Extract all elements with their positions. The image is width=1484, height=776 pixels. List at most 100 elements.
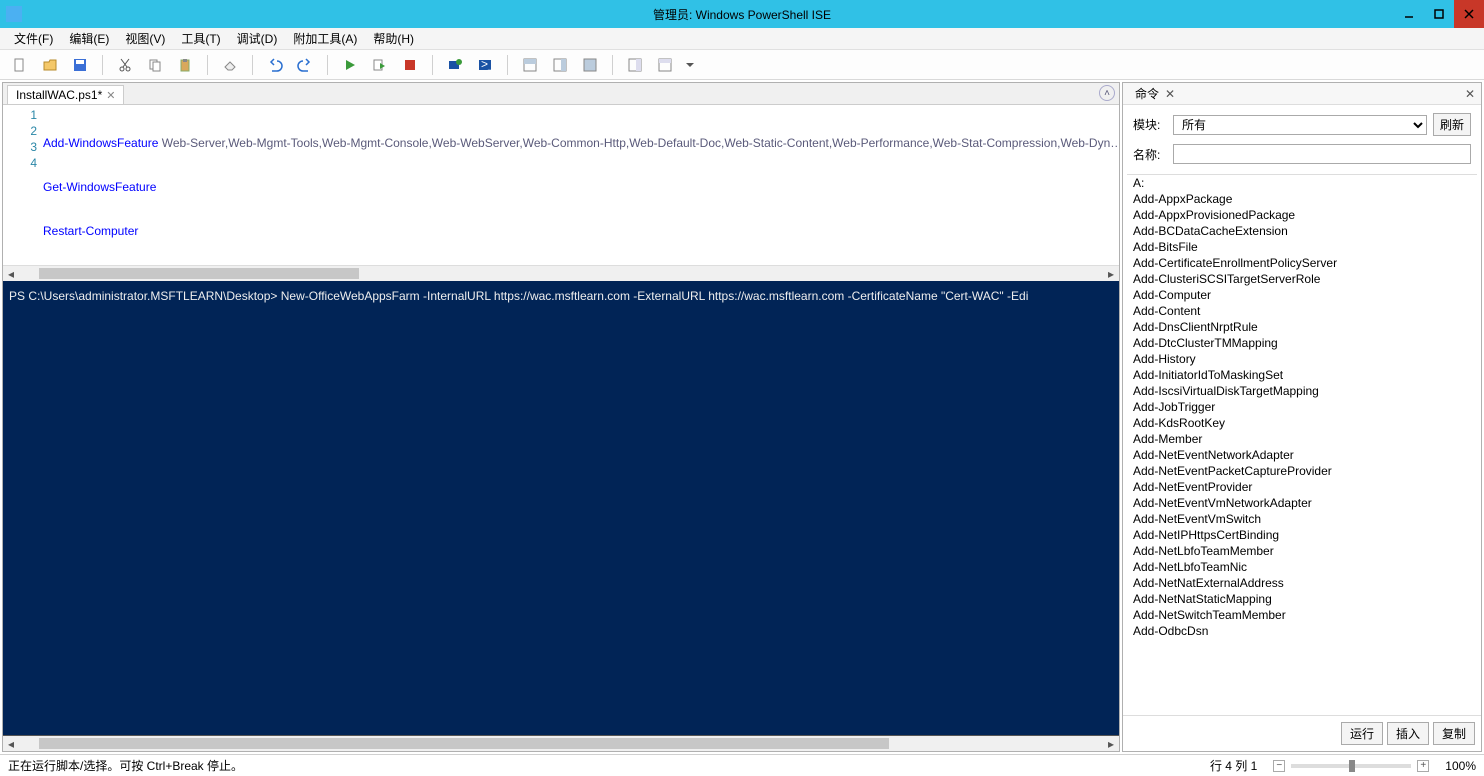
close-button[interactable] xyxy=(1454,0,1484,28)
clear-icon[interactable] xyxy=(220,55,240,75)
minimize-button[interactable] xyxy=(1394,0,1424,28)
command-list-item[interactable]: Add-NetIPHttpsCertBinding xyxy=(1127,527,1477,543)
cut-icon[interactable] xyxy=(115,55,135,75)
redo-icon[interactable] xyxy=(295,55,315,75)
command-list-item[interactable]: Add-CertificateEnrollmentPolicyServer xyxy=(1127,255,1477,271)
command-list-item[interactable]: Add-AppxProvisionedPackage xyxy=(1127,207,1477,223)
console-horizontal-scrollbar[interactable]: ◂ ▸ xyxy=(3,735,1119,751)
undo-icon[interactable] xyxy=(265,55,285,75)
zoom-in-icon[interactable]: + xyxy=(1417,760,1429,772)
command-list-item[interactable]: Add-History xyxy=(1127,351,1477,367)
menu-debug[interactable]: 调试(D) xyxy=(231,28,284,49)
menu-file[interactable]: 文件(F) xyxy=(8,28,59,49)
close-icon[interactable]: ✕ xyxy=(1465,87,1475,101)
console-pane[interactable]: PS C:\Users\administrator.MSFTLEARN\Desk… xyxy=(3,281,1119,735)
command-list-item[interactable]: Add-IscsiVirtualDiskTargetMapping xyxy=(1127,383,1477,399)
open-icon[interactable] xyxy=(40,55,60,75)
new-remote-tab-icon[interactable] xyxy=(445,55,465,75)
zoom-thumb[interactable] xyxy=(1349,760,1355,772)
close-icon[interactable]: ✕ xyxy=(1165,87,1175,101)
code-line: Restart-Computer xyxy=(43,223,1119,239)
main-area: InstallWAC.ps1* ✕ ˄ 1 2 3 4 Add-WindowsF… xyxy=(0,80,1484,754)
command-list-item[interactable]: Add-NetSwitchTeamMember xyxy=(1127,607,1477,623)
command-list-item[interactable]: Add-NetEventVmNetworkAdapter xyxy=(1127,495,1477,511)
collapse-script-pane-icon[interactable]: ˄ xyxy=(1099,85,1115,101)
command-list-item[interactable]: Add-BCDataCacheExtension xyxy=(1127,223,1477,239)
command-list-item[interactable]: Add-NetNatExternalAddress xyxy=(1127,575,1477,591)
new-script-icon[interactable] xyxy=(10,55,30,75)
command-list-item[interactable]: Add-InitiatorIdToMaskingSet xyxy=(1127,367,1477,383)
menu-edit[interactable]: 编辑(E) xyxy=(63,28,115,49)
copy-icon[interactable] xyxy=(145,55,165,75)
run-script-icon[interactable] xyxy=(340,55,360,75)
stop-icon[interactable] xyxy=(400,55,420,75)
scroll-left-icon[interactable]: ◂ xyxy=(3,736,19,751)
show-script-pane-right-icon[interactable] xyxy=(550,55,570,75)
run-button[interactable]: 运行 xyxy=(1341,722,1383,745)
command-list-item[interactable]: Add-Content xyxy=(1127,303,1477,319)
toolbar: >_ xyxy=(0,50,1484,80)
zoom-slider[interactable] xyxy=(1291,764,1411,768)
command-list-item[interactable]: Add-ClusteriSCSITargetServerRole xyxy=(1127,271,1477,287)
show-script-pane-top-icon[interactable] xyxy=(520,55,540,75)
scroll-right-icon[interactable]: ▸ xyxy=(1103,266,1119,281)
script-tab[interactable]: InstallWAC.ps1* ✕ xyxy=(7,85,124,104)
paste-icon[interactable] xyxy=(175,55,195,75)
menu-bar: 文件(F) 编辑(E) 视图(V) 工具(T) 调试(D) 附加工具(A) 帮助… xyxy=(0,28,1484,50)
command-list-item[interactable]: Add-Member xyxy=(1127,431,1477,447)
command-list-item[interactable]: Add-KdsRootKey xyxy=(1127,415,1477,431)
command-list-item[interactable]: Add-NetLbfoTeamNic xyxy=(1127,559,1477,575)
refresh-button[interactable]: 刷新 xyxy=(1433,113,1471,136)
toolbar-separator xyxy=(252,55,253,75)
show-command-addon-icon[interactable] xyxy=(655,55,675,75)
start-powershell-icon[interactable]: >_ xyxy=(475,55,495,75)
command-list-item[interactable]: Add-NetNatStaticMapping xyxy=(1127,591,1477,607)
command-filters: 模块: 所有 刷新 名称: xyxy=(1123,105,1481,168)
editor-horizontal-scrollbar[interactable]: ◂ ▸ xyxy=(3,265,1119,281)
toolbar-dropdown-icon[interactable] xyxy=(686,63,694,67)
code-area[interactable]: Add-WindowsFeature Web-Server,Web-Mgmt-T… xyxy=(43,105,1119,265)
title-bar: 管理员: Windows PowerShell ISE xyxy=(0,0,1484,28)
command-list-item[interactable]: Add-JobTrigger xyxy=(1127,399,1477,415)
left-pane: InstallWAC.ps1* ✕ ˄ 1 2 3 4 Add-WindowsF… xyxy=(2,82,1120,752)
name-filter-input[interactable] xyxy=(1173,144,1471,164)
run-selection-icon[interactable] xyxy=(370,55,390,75)
command-list-item[interactable]: Add-BitsFile xyxy=(1127,239,1477,255)
command-list-item[interactable]: Add-AppxPackage xyxy=(1127,191,1477,207)
name-label: 名称: xyxy=(1133,146,1167,163)
scroll-thumb[interactable] xyxy=(39,268,359,279)
command-list[interactable]: A:Add-AppxPackageAdd-AppxProvisionedPack… xyxy=(1127,174,1477,715)
command-list-item[interactable]: Add-NetLbfoTeamMember xyxy=(1127,543,1477,559)
zoom-out-icon[interactable]: − xyxy=(1273,760,1285,772)
scroll-thumb[interactable] xyxy=(39,738,889,749)
show-script-pane-max-icon[interactable] xyxy=(580,55,600,75)
command-list-item[interactable]: Add-NetEventVmSwitch xyxy=(1127,511,1477,527)
command-list-item[interactable]: Add-NetEventPacketCaptureProvider xyxy=(1127,463,1477,479)
script-tab-strip: InstallWAC.ps1* ✕ ˄ xyxy=(3,83,1119,105)
copy-button[interactable]: 复制 xyxy=(1433,722,1475,745)
module-select[interactable]: 所有 xyxy=(1173,115,1427,135)
script-editor[interactable]: 1 2 3 4 Add-WindowsFeature Web-Server,We… xyxy=(3,105,1119,265)
save-icon[interactable] xyxy=(70,55,90,75)
menu-addons[interactable]: 附加工具(A) xyxy=(287,28,363,49)
close-icon[interactable]: ✕ xyxy=(106,89,115,102)
command-list-item[interactable]: Add-OdbcDsn xyxy=(1127,623,1477,639)
command-list-item[interactable]: Add-Computer xyxy=(1127,287,1477,303)
scroll-right-icon[interactable]: ▸ xyxy=(1103,736,1119,751)
status-message: 正在运行脚本/选择。可按 Ctrl+Break 停止。 xyxy=(8,757,243,774)
command-list-item[interactable]: A: xyxy=(1127,175,1477,191)
command-list-item[interactable]: Add-NetEventProvider xyxy=(1127,479,1477,495)
command-list-item[interactable]: Add-DtcClusterTMMapping xyxy=(1127,335,1477,351)
insert-button[interactable]: 插入 xyxy=(1387,722,1429,745)
line-number: 3 xyxy=(3,139,37,155)
menu-help[interactable]: 帮助(H) xyxy=(367,28,420,49)
line-number: 4 xyxy=(3,155,37,171)
maximize-button[interactable] xyxy=(1424,0,1454,28)
scroll-left-icon[interactable]: ◂ xyxy=(3,266,19,281)
command-list-item[interactable]: Add-NetEventNetworkAdapter xyxy=(1127,447,1477,463)
toolbar-separator xyxy=(507,55,508,75)
menu-view[interactable]: 视图(V) xyxy=(119,28,171,49)
command-list-item[interactable]: Add-DnsClientNrptRule xyxy=(1127,319,1477,335)
menu-tools[interactable]: 工具(T) xyxy=(175,28,226,49)
show-command-window-icon[interactable] xyxy=(625,55,645,75)
